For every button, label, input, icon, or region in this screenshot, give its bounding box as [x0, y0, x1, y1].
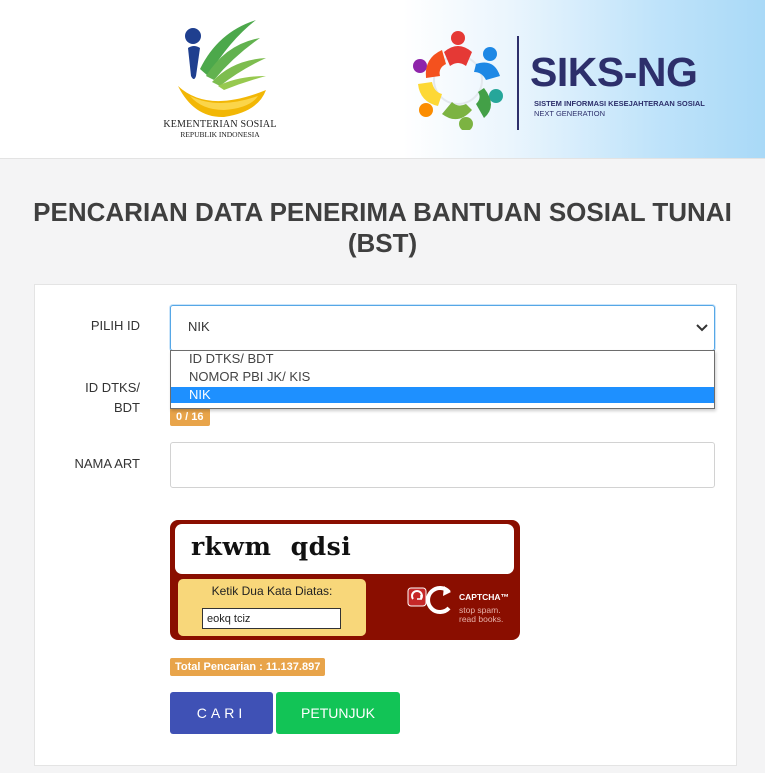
kemensos-country: REPUBLIK INDONESIA	[180, 130, 260, 139]
pilih-id-label: PILIH ID	[90, 318, 140, 333]
page-title: PENCARIAN DATA PENERIMA BANTUAN SOSIAL T…	[33, 197, 732, 258]
nama-art-input[interactable]	[170, 442, 715, 488]
recaptcha-logo-icon	[426, 586, 451, 614]
chevron-down-icon	[696, 324, 708, 332]
siks-ng-wordmark: SIKS-NG	[530, 49, 698, 95]
recaptcha-tagline: stop spam. read books.	[459, 606, 503, 624]
option-nik[interactable]: NIK	[171, 387, 714, 403]
kemensos-name: KEMENTERIAN SOSIAL	[163, 119, 277, 130]
recaptcha-tagline-line2: read books.	[459, 614, 504, 624]
pilih-id-dropdown: ID DTKS/ BDT NOMOR PBI JK/ KIS NIK	[170, 350, 715, 409]
guide-button[interactable]: PETUNJUK	[276, 692, 400, 734]
recaptcha-brand: CAPTCHA™	[459, 592, 510, 602]
siks-ng-subtitle: SISTEM INFORMASI KESEJAHTERAAN SOSIAL	[534, 99, 705, 108]
char-counter-badge: 0 / 16	[170, 408, 210, 426]
siks-divider	[517, 36, 519, 130]
nama-art-label: NAMA ART	[74, 456, 140, 471]
captcha-challenge-box: rkwm qdsi	[175, 524, 514, 574]
captcha-prompt: Ketik Dua Kata Diatas:	[211, 584, 333, 598]
total-search-badge: Total Pencarian : 11.137.897	[170, 658, 326, 676]
captcha-response-input[interactable]: eokq tciz	[202, 608, 341, 629]
pilih-id-selected-value: NIK	[188, 319, 210, 334]
option-nomor-pbi[interactable]: NOMOR PBI JK/ KIS	[171, 369, 714, 385]
captcha-widget: rkwm qdsi Ketik Dua Kata Diatas: eokq tc…	[170, 520, 520, 640]
pilih-id-select[interactable]: NIK	[170, 305, 715, 351]
header: KEMENTERIAN SOSIAL REPUBLIK INDONESIA SI…	[0, 0, 765, 159]
captcha-entry-panel: Ketik Dua Kata Diatas: eokq tciz	[178, 579, 366, 636]
id-dtks-label-line2: BDT	[114, 400, 140, 415]
search-button[interactable]: CARI	[170, 692, 273, 734]
siks-ng-emblem	[413, 31, 503, 130]
captcha-challenge-text: rkwm qdsi	[191, 532, 352, 561]
siks-ng-tagline: NEXT GENERATION	[534, 109, 605, 118]
option-id-dtks[interactable]: ID DTKS/ BDT	[171, 351, 714, 367]
